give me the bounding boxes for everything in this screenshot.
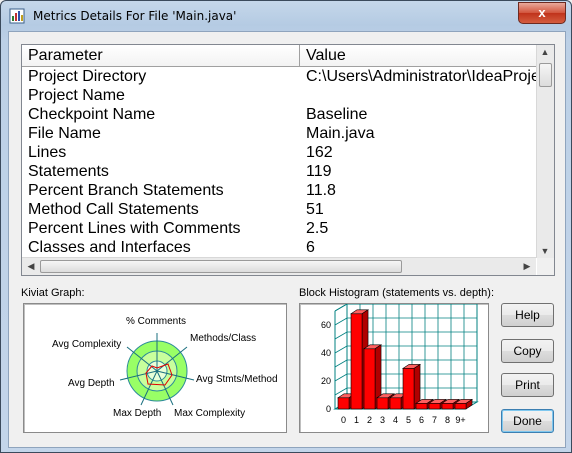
bar: [415, 403, 428, 410]
metrics-window: Metrics Details For File 'Main.java' x P…: [0, 0, 572, 453]
value-cell: 162: [306, 144, 333, 161]
bar: [428, 403, 441, 410]
horizontal-scroll-thumb[interactable]: [40, 260, 402, 273]
window-title: Metrics Details For File 'Main.java': [33, 9, 237, 23]
table-row[interactable]: Percent Branch Statements 11.8: [22, 181, 540, 200]
x-tick-label: 3: [380, 415, 385, 425]
table-row[interactable]: Method Call Statements 51: [22, 200, 540, 219]
metrics-table: Parameter Value Project Directory C:\User…: [21, 44, 555, 276]
block-histogram: 02040600 1 2 3 4 5 6 7 8 9+: [321, 303, 479, 425]
kiviat-axis-label: Avg Complexity: [52, 339, 121, 350]
table-row[interactable]: File Name Main.java: [22, 124, 540, 143]
table-body: Project Directory C:\Users\Administrator\…: [22, 67, 540, 257]
dialog-body: Parameter Value Project Directory C:\User…: [8, 31, 566, 448]
x-tick-label: 1: [354, 415, 359, 425]
bar: [441, 403, 454, 410]
bar: [350, 313, 363, 410]
title-bar[interactable]: Metrics Details For File 'Main.java' x: [1, 1, 571, 31]
kiviat-panel: % Comments Methods/Class Avg Stmts/Metho…: [23, 303, 287, 433]
parameter-cell: Lines: [28, 144, 67, 161]
bar: [389, 397, 402, 410]
app-icon: [9, 8, 25, 24]
bar: [454, 403, 467, 410]
scrollbar-corner: [537, 258, 554, 275]
scroll-down-icon[interactable]: ▼: [537, 246, 553, 256]
y-tick-label: 20: [321, 376, 331, 386]
grid-line: [334, 345, 348, 354]
histogram-panel: 0 20 40 60 0 1 2 3 4 5 6 7 8 9+: [299, 303, 489, 433]
x-tick-label: 7: [432, 415, 437, 425]
bar: [363, 348, 376, 410]
value-cell: C:\Users\Administrator\IdeaProjects: [306, 68, 540, 85]
y-tick-label: 60: [321, 320, 331, 330]
scroll-up-icon[interactable]: ▲: [537, 47, 553, 57]
value-cell: 6: [306, 239, 315, 256]
kiviat-axis-label: Methods/Class: [190, 333, 256, 344]
grid-line: [334, 303, 348, 312]
parameter-cell: Percent Lines with Comments: [28, 220, 241, 237]
y-tick-label: 40: [321, 348, 331, 358]
parameter-cell: Project Name: [28, 87, 125, 104]
table-row[interactable]: Percent Lines with Comments 2.5: [22, 219, 540, 238]
y-tick-label: 0: [326, 404, 331, 414]
kiviat-graph: % Comments Methods/Class Avg Stmts/Metho…: [52, 316, 278, 419]
table-row[interactable]: Project Directory C:\Users\Administrator\…: [22, 67, 540, 86]
parameter-cell: Classes and Interfaces: [28, 239, 191, 256]
grid-line: [334, 373, 348, 382]
close-icon: x: [538, 5, 546, 20]
parameter-cell: Checkpoint Name: [28, 106, 156, 123]
kiviat-axis-label: Max Complexity: [174, 408, 245, 419]
value-cell: Baseline: [306, 106, 368, 123]
close-button[interactable]: x: [518, 2, 566, 24]
column-header-value[interactable]: Value: [300, 45, 540, 66]
bar: [376, 397, 389, 410]
parameter-cell: Method Call Statements: [28, 201, 199, 218]
value-cell: 51: [306, 201, 324, 218]
grid-line: [334, 359, 348, 368]
x-tick-label: 4: [393, 415, 398, 425]
x-tick-label: 5: [406, 415, 411, 425]
kiviat-axis-label: Avg Stmts/Method: [196, 374, 278, 385]
table-row[interactable]: Checkpoint Name Baseline: [22, 105, 540, 124]
value-cell: 119: [306, 163, 332, 180]
value-cell: 11.8: [306, 182, 336, 199]
column-header-parameter[interactable]: Parameter: [22, 45, 300, 66]
grid-line: [334, 331, 348, 340]
print-button[interactable]: Print: [501, 373, 554, 397]
table-row[interactable]: Statements 119: [22, 162, 540, 181]
x-tick-label: 2: [367, 415, 372, 425]
kiviat-label: Kiviat Graph:: [21, 287, 85, 299]
horizontal-scrollbar[interactable]: ◀ ▶: [22, 257, 536, 275]
table-row[interactable]: Lines 162: [22, 143, 540, 162]
vertical-scroll-thumb[interactable]: [539, 63, 552, 87]
parameter-cell: Percent Branch Statements: [28, 182, 224, 199]
x-tick-label: 0: [341, 415, 346, 425]
bar: [337, 397, 350, 410]
help-button[interactable]: Help: [501, 303, 554, 327]
histogram-label: Block Histogram (statements vs. depth):: [299, 287, 495, 299]
x-tick-label: 6: [419, 415, 424, 425]
table-row[interactable]: Classes and Interfaces 6: [22, 238, 540, 257]
kiviat-axis-label: % Comments: [126, 316, 186, 327]
scroll-left-icon[interactable]: ◀: [23, 261, 39, 272]
copy-button[interactable]: Copy: [501, 339, 554, 363]
x-tick-label: 9+: [455, 415, 465, 425]
vertical-scrollbar[interactable]: ▲ ▼: [536, 45, 554, 258]
x-tick-label: 8: [445, 415, 450, 425]
done-button[interactable]: Done: [501, 409, 554, 433]
value-cell: 2.5: [306, 220, 329, 237]
parameter-cell: Statements: [28, 163, 109, 180]
kiviat-axis-label: Max Depth: [113, 408, 161, 419]
bar: [402, 368, 415, 410]
value-cell: Main.java: [306, 125, 375, 142]
table-row[interactable]: Project Name: [22, 86, 540, 105]
scroll-right-icon[interactable]: ▶: [519, 261, 535, 272]
grid-line: [334, 317, 348, 326]
parameter-cell: Project Directory: [28, 68, 147, 85]
parameter-cell: File Name: [28, 125, 101, 142]
kiviat-axis-label: Avg Depth: [68, 378, 115, 389]
table-header: Parameter Value: [22, 45, 540, 67]
